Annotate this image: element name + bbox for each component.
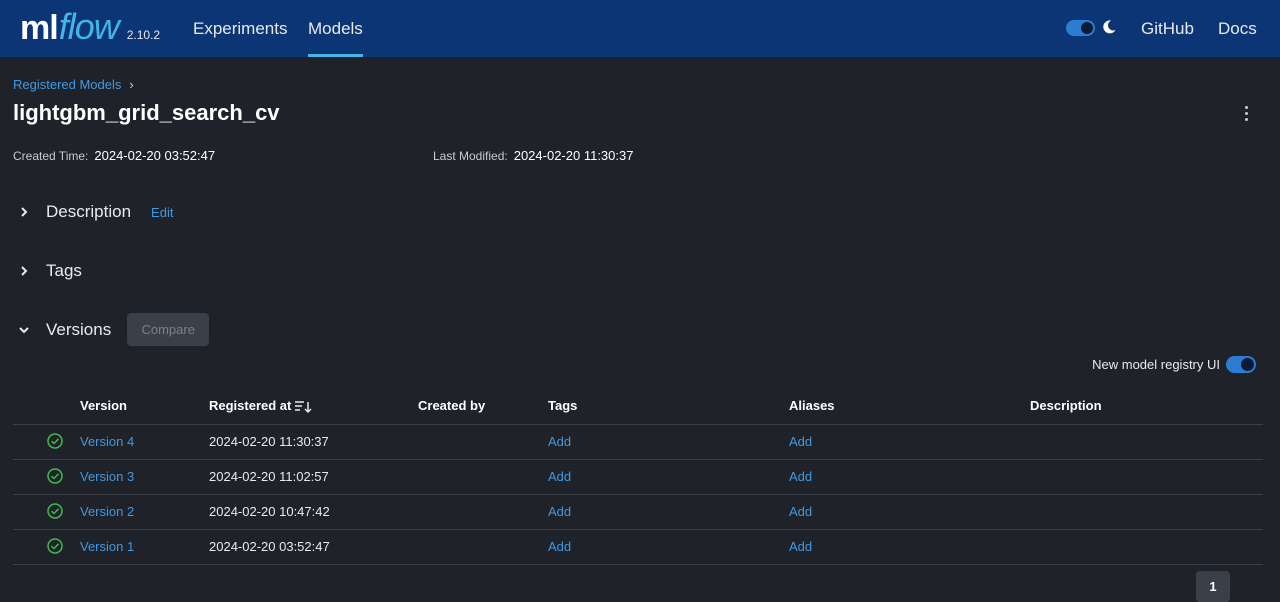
table-header: Version Registered at Created by Tags Al…	[13, 388, 1263, 425]
col-aliases: Aliases	[789, 398, 835, 413]
description-title: Description	[46, 202, 132, 221]
col-version: Version	[80, 398, 127, 413]
version-link[interactable]: Version 1	[80, 539, 134, 554]
col-created-by: Created by	[418, 398, 486, 413]
more-options-icon[interactable]	[1238, 103, 1254, 123]
nav-models[interactable]: Models	[308, 0, 363, 57]
created-time-value: 2024-02-20 03:52:47	[94, 148, 216, 163]
status-ready-icon	[47, 468, 63, 484]
mlflow-logo[interactable]: ml flow 2.10.2	[20, 6, 160, 50]
logo-flow: flow	[58, 6, 120, 47]
status-ready-icon	[47, 433, 63, 449]
nav-experiments[interactable]: Experiments	[193, 0, 287, 57]
status-ready-icon	[47, 538, 63, 554]
top-navbar: ml flow 2.10.2 Experiments Models GitHub…	[0, 0, 1280, 57]
col-registered-at-label: Registered at	[209, 398, 292, 413]
status-ready-icon	[47, 503, 63, 519]
table-row: Version 2 2024-02-20 10:47:42 Add Add	[13, 495, 1263, 530]
github-link[interactable]: GitHub	[1141, 0, 1194, 57]
registered-at-cell: 2024-02-20 11:30:37	[209, 434, 329, 449]
breadcrumb: Registered Models ›	[13, 77, 134, 92]
pagination-page-1[interactable]: 1	[1196, 571, 1230, 602]
table-row: Version 1 2024-02-20 03:52:47 Add Add	[13, 530, 1263, 565]
col-registered-at[interactable]: Registered at	[209, 398, 312, 414]
table-row: Version 4 2024-02-20 11:30:37 Add Add	[13, 425, 1263, 460]
add-alias-link[interactable]: Add	[789, 469, 812, 484]
description-section[interactable]: Description Edit	[18, 202, 173, 222]
chevron-down-icon	[19, 326, 29, 333]
versions-table: Version Registered at Created by Tags Al…	[13, 388, 1263, 565]
add-tag-link[interactable]: Add	[548, 469, 571, 484]
edit-description-link[interactable]: Edit	[151, 205, 173, 220]
dark-mode-toggle[interactable]	[1066, 20, 1095, 36]
col-description: Description	[1030, 398, 1102, 413]
registry-ui-toggle[interactable]	[1226, 356, 1256, 373]
add-alias-link[interactable]: Add	[789, 539, 812, 554]
col-tags: Tags	[548, 398, 578, 413]
add-alias-link[interactable]: Add	[789, 504, 812, 519]
versions-title: Versions	[46, 319, 112, 339]
toggle-knob	[1241, 358, 1254, 371]
tags-title: Tags	[46, 261, 82, 280]
registered-at-cell: 2024-02-20 10:47:42	[209, 504, 330, 519]
table-row: Version 3 2024-02-20 11:02:57 Add Add	[13, 460, 1263, 495]
version-label: 2.10.2	[126, 28, 161, 42]
toggle-knob	[1081, 22, 1093, 34]
chevron-right-icon	[21, 207, 28, 217]
moon-icon	[1103, 20, 1116, 34]
add-alias-link[interactable]: Add	[789, 434, 812, 449]
registered-at-cell: 2024-02-20 11:02:57	[209, 469, 329, 484]
add-tag-link[interactable]: Add	[548, 539, 571, 554]
compare-button[interactable]: Compare	[127, 313, 210, 346]
version-link[interactable]: Version 3	[80, 469, 134, 484]
last-modified: Last Modified: 2024-02-20 11:30:37	[433, 148, 633, 163]
chevron-right-icon	[21, 266, 28, 276]
breadcrumb-separator-icon: ›	[129, 77, 134, 92]
versions-section[interactable]: Versions Compare	[18, 313, 210, 346]
tags-section[interactable]: Tags	[18, 261, 82, 281]
version-link[interactable]: Version 2	[80, 504, 134, 519]
registry-ui-toggle-group: New model registry UI	[1092, 356, 1256, 373]
sort-icon[interactable]	[294, 400, 312, 414]
registered-at-cell: 2024-02-20 03:52:47	[209, 539, 330, 554]
registry-ui-label: New model registry UI	[1092, 357, 1220, 372]
docs-link[interactable]: Docs	[1218, 0, 1257, 57]
page-title: lightgbm_grid_search_cv	[13, 100, 280, 125]
add-tag-link[interactable]: Add	[548, 434, 571, 449]
add-tag-link[interactable]: Add	[548, 504, 571, 519]
created-time-label: Created Time:	[13, 149, 89, 163]
breadcrumb-registered-models[interactable]: Registered Models	[13, 77, 121, 92]
version-link[interactable]: Version 4	[80, 434, 134, 449]
logo-ml: ml	[20, 9, 59, 47]
last-modified-value: 2024-02-20 11:30:37	[513, 148, 634, 163]
last-modified-label: Last Modified:	[433, 149, 508, 163]
created-time: Created Time: 2024-02-20 03:52:47	[13, 148, 215, 163]
